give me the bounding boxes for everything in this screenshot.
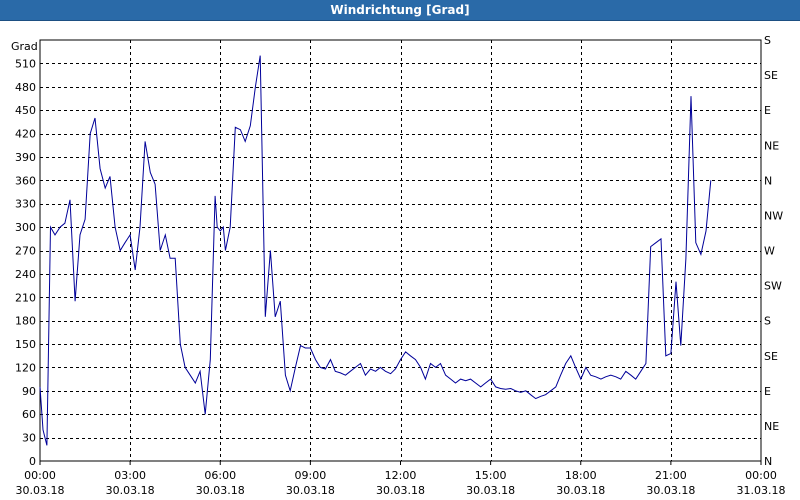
right-tick-label: N <box>764 174 772 187</box>
y-tick-label: 510 <box>15 57 36 70</box>
x-tick-time: 03:00 <box>114 469 146 482</box>
grid-lines <box>40 40 761 461</box>
y-tick-label: 120 <box>15 361 36 374</box>
x-tick-date: 30.03.18 <box>646 484 695 497</box>
right-tick-label: S <box>764 315 771 328</box>
x-tick-time: 09:00 <box>295 469 327 482</box>
x-tick-date: 30.03.18 <box>196 484 245 497</box>
plot-area-border <box>39 39 762 462</box>
x-tick-labels: 00:00 30.03.18 03:00 30.03.18 06:00 30.03.18 0… <box>16 461 786 497</box>
y-axis-label: Grad <box>11 40 38 53</box>
y-tick-label: 90 <box>22 385 36 398</box>
x-tick-date: 31.03.18 <box>737 484 786 497</box>
series-layer <box>39 55 712 446</box>
right-tick-label: SW <box>764 280 782 293</box>
y-tick-label: 30 <box>22 432 36 445</box>
right-tick-label: E <box>764 104 771 117</box>
right-compass-labels: N NE E SE S SW W NW N NE E SE S <box>764 34 783 468</box>
y-tick-label: 60 <box>22 408 36 421</box>
x-tick-date: 30.03.18 <box>16 484 65 497</box>
right-tick-label: NE <box>764 139 779 152</box>
x-tick-date: 30.03.18 <box>376 484 425 497</box>
y-tick-label: 360 <box>15 174 36 187</box>
x-tick-date: 30.03.18 <box>466 484 515 497</box>
x-tick-time: 21:00 <box>655 469 687 482</box>
x-tick-time: 15:00 <box>475 469 507 482</box>
right-tick-label: W <box>764 245 775 258</box>
right-tick-label: NW <box>764 209 783 222</box>
y-tick-label: 180 <box>15 315 36 328</box>
y-tick-label: 270 <box>15 245 36 258</box>
y-tick-label: 300 <box>15 221 36 234</box>
x-tick-time: 06:00 <box>204 469 236 482</box>
y-tick-label: 480 <box>15 81 36 94</box>
y-tick-label: 330 <box>15 198 36 211</box>
y-tick-label: 150 <box>15 338 36 351</box>
y-tick-label: 210 <box>15 291 36 304</box>
right-tick-label: S <box>764 34 771 47</box>
x-tick-time: 18:00 <box>565 469 597 482</box>
x-tick-time: 00:00 <box>24 469 56 482</box>
x-tick-date: 30.03.18 <box>556 484 605 497</box>
x-tick-date: 30.03.18 <box>286 484 335 497</box>
y-tick-label: 450 <box>15 104 36 117</box>
right-tick-label: E <box>764 385 771 398</box>
y-tick-label: 390 <box>15 151 36 164</box>
right-tick-label: SE <box>764 69 778 82</box>
y-tick-labels: 0 30 60 90 120 150 180 210 240 270 300 330 360 390 420… <box>15 57 36 468</box>
right-tick-label: SE <box>764 350 778 363</box>
x-tick-date: 30.03.18 <box>106 484 155 497</box>
y-tick-label: 0 <box>29 455 36 468</box>
y-tick-label: 420 <box>15 128 36 141</box>
y-tick-label: 240 <box>15 268 36 281</box>
series-line <box>39 55 712 446</box>
wind-direction-chart: Grad 0 30 60 90 120 150 180 210 240 270 300 330 360 3… <box>11 34 786 497</box>
x-tick-time: 00:00 <box>745 469 777 482</box>
right-tick-label: NE <box>764 420 779 433</box>
right-tick-label: N <box>764 455 772 468</box>
x-tick-time: 12:00 <box>385 469 417 482</box>
